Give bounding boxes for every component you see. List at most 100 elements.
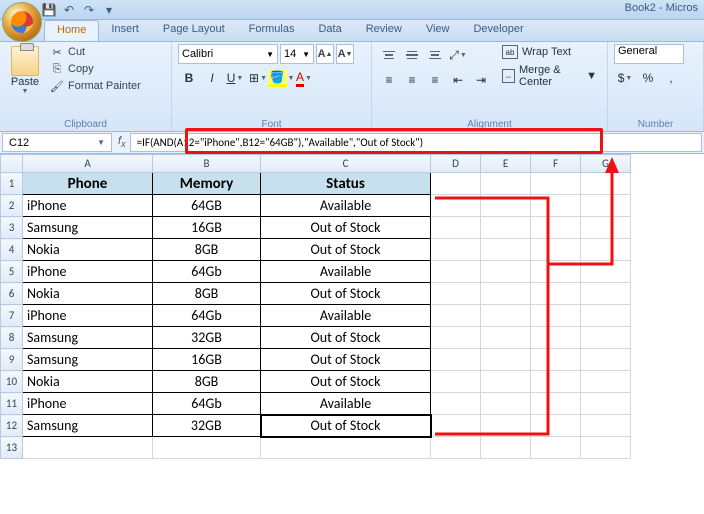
cell-e13[interactable] bbox=[481, 437, 531, 459]
name-box[interactable]: C12▼ bbox=[2, 133, 112, 152]
font-name-select[interactable]: Calibri▼ bbox=[178, 44, 278, 64]
row-header-1[interactable]: 1 bbox=[1, 173, 23, 195]
cell-g11[interactable] bbox=[581, 393, 631, 415]
row-header-5[interactable]: 5 bbox=[1, 261, 23, 283]
number-format-select[interactable]: General bbox=[614, 44, 684, 64]
cell-e8[interactable] bbox=[481, 327, 531, 349]
cell-a8[interactable]: Samsung bbox=[23, 327, 153, 349]
cell-g12[interactable] bbox=[581, 415, 631, 437]
cell-b8[interactable]: 32GB bbox=[153, 327, 261, 349]
grid[interactable]: A B C D E F G 1 Phone Memory Status 2iPh… bbox=[0, 154, 631, 459]
wrap-text-button[interactable]: abWrap Text bbox=[498, 44, 601, 60]
tab-insert[interactable]: Insert bbox=[99, 20, 151, 41]
col-header-b[interactable]: B bbox=[153, 155, 261, 173]
cell-g5[interactable] bbox=[581, 261, 631, 283]
cell-d6[interactable] bbox=[431, 283, 481, 305]
row-header-2[interactable]: 2 bbox=[1, 195, 23, 217]
cell-d13[interactable] bbox=[431, 437, 481, 459]
copy-button[interactable]: ⎘Copy bbox=[48, 61, 143, 77]
cell-a5[interactable]: iPhone bbox=[23, 261, 153, 283]
row-header-6[interactable]: 6 bbox=[1, 283, 23, 305]
cell-c2[interactable]: Available bbox=[261, 195, 431, 217]
cell-b10[interactable]: 8GB bbox=[153, 371, 261, 393]
cell-g7[interactable] bbox=[581, 305, 631, 327]
cut-button[interactable]: ✂Cut bbox=[48, 44, 143, 60]
tab-home[interactable]: Home bbox=[44, 20, 99, 41]
col-header-d[interactable]: D bbox=[431, 155, 481, 173]
cell-a11[interactable]: iPhone bbox=[23, 393, 153, 415]
cell-f7[interactable] bbox=[531, 305, 581, 327]
col-header-f[interactable]: F bbox=[531, 155, 581, 173]
tab-data[interactable]: Data bbox=[306, 20, 353, 41]
cell-d5[interactable] bbox=[431, 261, 481, 283]
cell-e5[interactable] bbox=[481, 261, 531, 283]
row-header-3[interactable]: 3 bbox=[1, 217, 23, 239]
cell-b13[interactable] bbox=[153, 437, 261, 459]
cell-e1[interactable] bbox=[481, 173, 531, 195]
align-right-button[interactable]: ≡ bbox=[424, 69, 446, 91]
row-header-9[interactable]: 9 bbox=[1, 349, 23, 371]
cell-e7[interactable] bbox=[481, 305, 531, 327]
cell-c11[interactable]: Available bbox=[261, 393, 431, 415]
cell-e9[interactable] bbox=[481, 349, 531, 371]
cell-f13[interactable] bbox=[531, 437, 581, 459]
cell-b2[interactable]: 64GB bbox=[153, 195, 261, 217]
cell-f1[interactable] bbox=[531, 173, 581, 195]
cell-f3[interactable] bbox=[531, 217, 581, 239]
cell-c8[interactable]: Out of Stock bbox=[261, 327, 431, 349]
row-header-11[interactable]: 11 bbox=[1, 393, 23, 415]
cell-b6[interactable]: 8GB bbox=[153, 283, 261, 305]
cell-d8[interactable] bbox=[431, 327, 481, 349]
align-bottom-button[interactable] bbox=[424, 44, 446, 66]
cell-g2[interactable] bbox=[581, 195, 631, 217]
cell-e10[interactable] bbox=[481, 371, 531, 393]
formula-bar[interactable]: =IF(AND(A12="iPhone",B12="64GB"),"Availa… bbox=[130, 133, 702, 152]
cell-f10[interactable] bbox=[531, 371, 581, 393]
office-button[interactable] bbox=[2, 2, 42, 42]
decrease-font-button[interactable]: A▼ bbox=[336, 44, 354, 64]
decrease-indent-button[interactable]: ⇤ bbox=[447, 69, 469, 91]
cell-f6[interactable] bbox=[531, 283, 581, 305]
col-header-a[interactable]: A bbox=[23, 155, 153, 173]
italic-button[interactable]: I bbox=[201, 67, 223, 89]
cell-d10[interactable] bbox=[431, 371, 481, 393]
cell-d2[interactable] bbox=[431, 195, 481, 217]
cell-d4[interactable] bbox=[431, 239, 481, 261]
cell-f8[interactable] bbox=[531, 327, 581, 349]
cell-c12[interactable]: Out of Stock bbox=[261, 415, 431, 437]
fx-icon[interactable]: fx bbox=[118, 135, 126, 149]
cell-g3[interactable] bbox=[581, 217, 631, 239]
row-header-10[interactable]: 10 bbox=[1, 371, 23, 393]
cell-e12[interactable] bbox=[481, 415, 531, 437]
cell-a7[interactable]: iPhone bbox=[23, 305, 153, 327]
cell-b9[interactable]: 16GB bbox=[153, 349, 261, 371]
row-header-8[interactable]: 8 bbox=[1, 327, 23, 349]
cell-b1[interactable]: Memory bbox=[153, 173, 261, 195]
cell-a12[interactable]: Samsung bbox=[23, 415, 153, 437]
row-header-13[interactable]: 13 bbox=[1, 437, 23, 459]
cell-c7[interactable]: Available bbox=[261, 305, 431, 327]
cell-e2[interactable] bbox=[481, 195, 531, 217]
cell-c9[interactable]: Out of Stock bbox=[261, 349, 431, 371]
orientation-button[interactable]: ⤢▼ bbox=[447, 44, 469, 66]
cell-g8[interactable] bbox=[581, 327, 631, 349]
cell-f9[interactable] bbox=[531, 349, 581, 371]
save-icon[interactable]: 💾 bbox=[40, 2, 58, 18]
fill-color-button[interactable]: 🪣▼ bbox=[270, 67, 292, 89]
tab-developer[interactable]: Developer bbox=[461, 20, 535, 41]
worksheet[interactable]: A B C D E F G 1 Phone Memory Status 2iPh… bbox=[0, 154, 704, 459]
select-all-corner[interactable] bbox=[1, 155, 23, 173]
cell-a3[interactable]: Samsung bbox=[23, 217, 153, 239]
cell-a2[interactable]: iPhone bbox=[23, 195, 153, 217]
cell-e4[interactable] bbox=[481, 239, 531, 261]
cell-b5[interactable]: 64Gb bbox=[153, 261, 261, 283]
undo-icon[interactable]: ↶ bbox=[60, 2, 78, 18]
row-header-4[interactable]: 4 bbox=[1, 239, 23, 261]
format-painter-button[interactable]: 🖌Format Painter bbox=[48, 78, 143, 94]
cell-g10[interactable] bbox=[581, 371, 631, 393]
increase-font-button[interactable]: A▲ bbox=[316, 44, 334, 64]
cell-e11[interactable] bbox=[481, 393, 531, 415]
row-header-12[interactable]: 12 bbox=[1, 415, 23, 437]
cell-a6[interactable]: Nokia bbox=[23, 283, 153, 305]
tab-page-layout[interactable]: Page Layout bbox=[151, 20, 237, 41]
